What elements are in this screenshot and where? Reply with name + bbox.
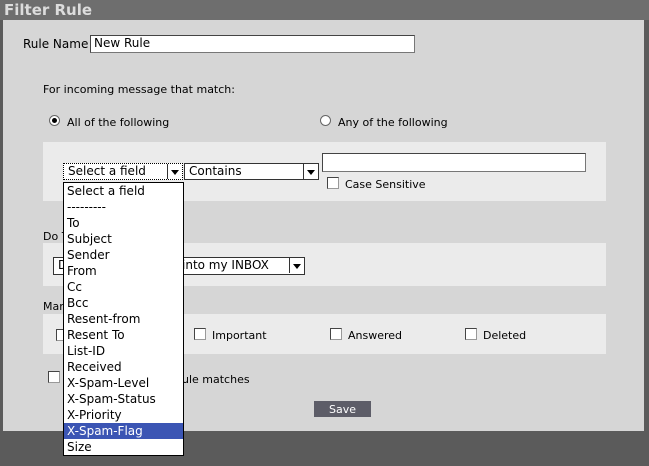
stop-processing-label: ule matches [182,373,250,386]
operator-select[interactable]: Contains [184,163,319,180]
answered-label: Answered [348,329,403,342]
important-label: Important [212,329,267,342]
case-sensitive-label: Case Sensitive [345,178,426,191]
field-select[interactable]: Select a field [63,163,183,180]
condition-value-input[interactable] [322,153,586,172]
field-option[interactable]: List-ID [64,343,183,359]
field-option[interactable]: Resent-from [64,311,183,327]
radio-all-label: All of the following [67,116,170,129]
operator-select-value: Contains [189,164,242,178]
radio-all[interactable] [49,115,60,126]
field-option[interactable]: X-Spam-Flag [64,423,183,439]
field-option[interactable]: X-Priority [64,407,183,423]
radio-any[interactable] [320,115,331,126]
field-option[interactable]: Subject [64,231,183,247]
case-sensitive-checkbox[interactable] [327,177,339,189]
title-bar [0,0,649,20]
answered-checkbox[interactable] [330,328,342,340]
deleted-label: Deleted [483,329,527,342]
field-option[interactable]: Sender [64,247,183,263]
field-option[interactable]: Bcc [64,295,183,311]
field-option[interactable]: Received [64,359,183,375]
window-title: Filter Rule [4,1,93,19]
field-option[interactable]: X-Spam-Level [64,375,183,391]
chevron-down-icon [167,164,182,179]
field-option[interactable]: --------- [64,199,183,215]
field-option[interactable]: X-Spam-Status [64,391,183,407]
field-option[interactable]: Size [64,439,183,455]
field-option[interactable]: Select a field [64,183,183,199]
field-option[interactable]: Resent To [64,327,183,343]
field-option[interactable]: From [64,263,183,279]
field-select-value: Select a field [68,164,146,178]
field-option[interactable]: To [64,215,183,231]
rule-name-label: Rule Name : [23,37,97,51]
action-select-value: into my INBOX [182,258,269,272]
rule-name-input[interactable]: New Rule [90,35,415,53]
match-heading: For incoming message that match: [43,83,235,96]
field-options-list: Select a field --------- To Subject Sender Fr… [63,182,184,456]
important-checkbox[interactable] [194,328,206,340]
deleted-checkbox[interactable] [465,328,477,340]
save-button[interactable]: Save [314,401,371,417]
mark-heading: Mar [43,300,64,313]
radio-any-label: Any of the following [338,116,448,129]
stop-processing-checkbox[interactable] [48,371,60,383]
chevron-down-icon [289,258,304,273]
field-option[interactable]: Cc [64,279,183,295]
chevron-down-icon [303,164,318,179]
